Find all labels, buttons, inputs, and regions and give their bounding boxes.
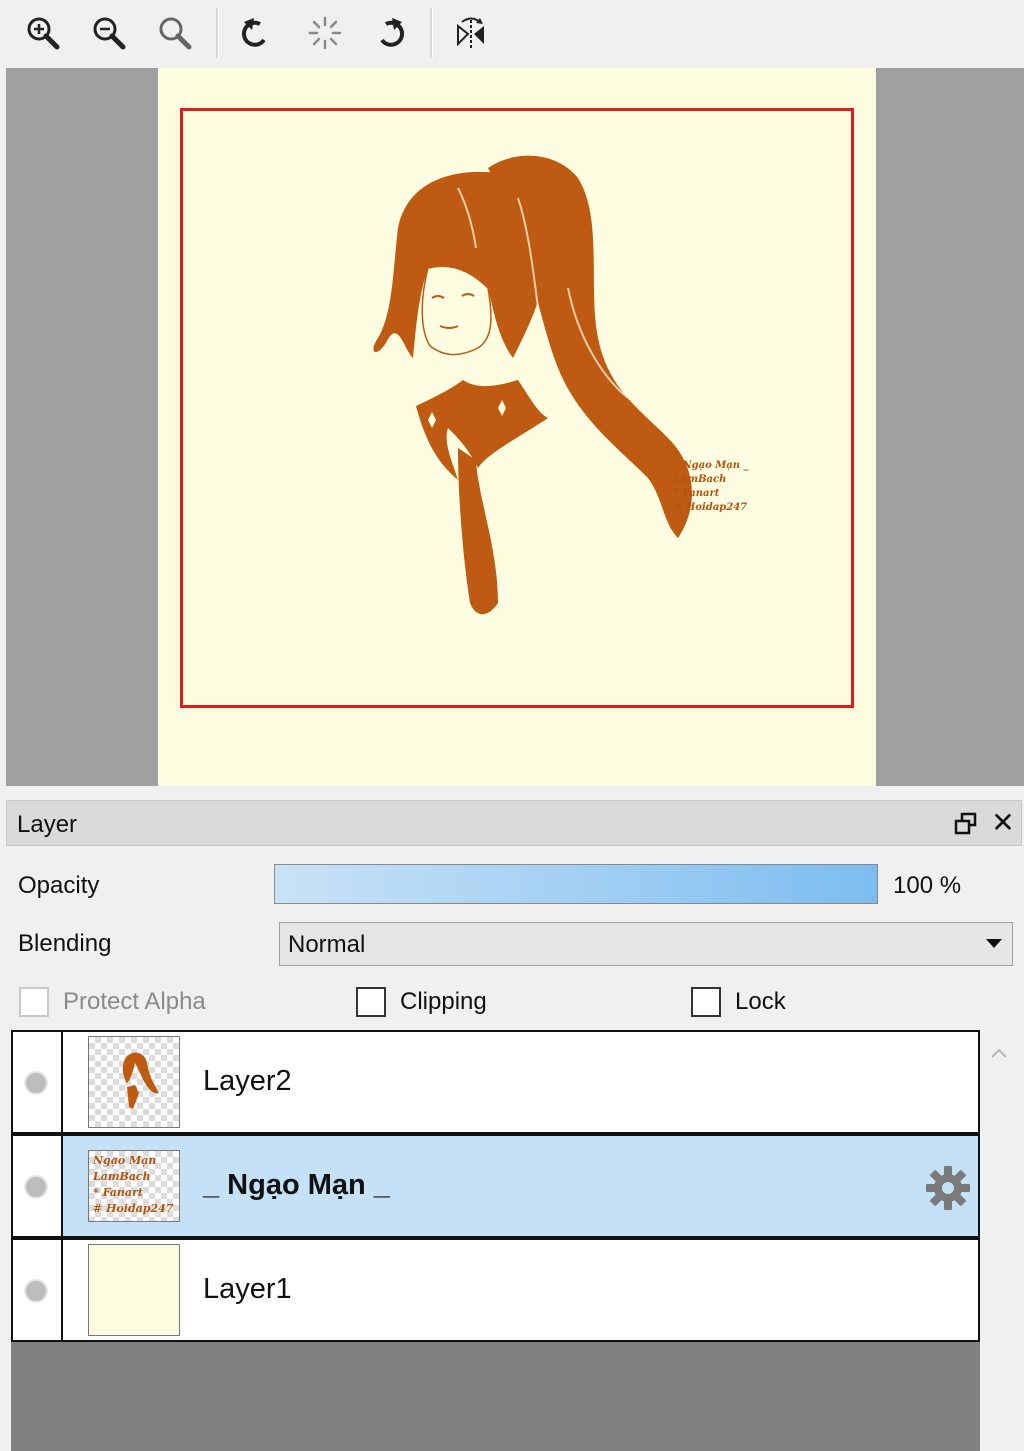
panel-title: Layer <box>17 811 78 838</box>
zoom-in-icon <box>27 17 60 50</box>
zoom-out-button[interactable] <box>86 10 132 56</box>
layer-thumbnail-drawing <box>122 1052 159 1109</box>
signature-line: * Fanart <box>674 488 720 499</box>
protect-alpha-label: Protect Alpha <box>63 988 206 1015</box>
checkbox-box <box>356 987 386 1017</box>
lock-label: Lock <box>735 988 786 1015</box>
layer-thumbnail: Ngạo Mạn LamBach * Fanart # Hoidap247 <box>88 1150 180 1222</box>
signature-line: # Hoidap247 <box>674 502 748 513</box>
layer-row-ngao-man[interactable]: Ngạo Mạn LamBach * Fanart # Hoidap247 _ … <box>11 1134 980 1238</box>
toolbar-separator <box>216 8 219 58</box>
clipping-checkbox[interactable]: Clipping <box>356 985 487 1019</box>
visibility-dot-icon <box>24 1279 48 1303</box>
visibility-dot-icon <box>24 1175 48 1199</box>
gear-icon[interactable] <box>924 1164 972 1212</box>
layer-name: Layer2 <box>203 1065 292 1097</box>
close-icon[interactable]: ✕ <box>989 809 1017 837</box>
layer-row-content: Layer1 <box>63 1240 978 1340</box>
rotate-right-button[interactable] <box>368 10 414 56</box>
layer-panel-titlebar: Layer ✕ <box>6 800 1022 846</box>
opacity-label: Opacity <box>18 872 100 899</box>
layer-row-content: Ngạo Mạn LamBach * Fanart # Hoidap247 _ … <box>63 1136 978 1236</box>
zoom-out-icon <box>93 17 126 50</box>
layer-row-content: Layer2 <box>63 1032 978 1132</box>
canvas-viewport[interactable]: _ Ngạo Mạn _ LamBach * Fanart # Hoidap24… <box>6 68 1024 786</box>
selection-rectangle <box>180 108 854 708</box>
visibility-toggle[interactable] <box>13 1136 63 1236</box>
opacity-slider-fill <box>275 865 877 903</box>
signature-line: LamBach <box>674 474 727 485</box>
blending-label: Blending <box>18 930 112 957</box>
layer-name: Layer1 <box>203 1273 292 1305</box>
rotate-reset-icon <box>308 16 342 50</box>
zoom-reset-icon <box>159 17 192 50</box>
blending-select[interactable]: Normal <box>279 922 1013 966</box>
lock-checkbox[interactable]: Lock <box>691 985 786 1019</box>
flip-horizontal-button[interactable] <box>448 10 494 56</box>
layer-row-layer2[interactable]: Layer2 <box>11 1030 980 1134</box>
layer-list[interactable]: Layer2 Ngạo Mạn LamBach * Fanart # Hoida… <box>11 1030 980 1451</box>
thumbnail-text-line: LamBach <box>93 1170 151 1183</box>
thumbnail-text-line: Ngạo Mạn <box>93 1154 157 1167</box>
layer-thumbnail <box>88 1036 180 1128</box>
chevron-down-icon <box>986 939 1002 948</box>
signature-text: _ Ngạo Mạn _ LamBach * Fanart # Hoidap24… <box>674 459 749 515</box>
zoom-in-button[interactable] <box>20 10 66 56</box>
rotate-right-icon <box>380 18 404 47</box>
signature-line: _ Ngạo Mạn _ <box>674 460 749 471</box>
opacity-slider[interactable] <box>274 864 878 904</box>
rotate-left-button[interactable] <box>232 10 278 56</box>
layer-thumbnail-text: Ngạo Mạn LamBach * Fanart # Hoidap247 <box>93 1153 173 1217</box>
visibility-toggle[interactable] <box>13 1032 63 1132</box>
toolbar-separator <box>430 8 433 58</box>
layer-row-layer1[interactable]: Layer1 <box>11 1238 980 1342</box>
checkbox-box <box>691 987 721 1017</box>
opacity-value: 100 % <box>893 872 962 899</box>
flip-horizontal-icon <box>457 17 484 50</box>
protect-alpha-checkbox[interactable]: Protect Alpha <box>19 985 206 1019</box>
visibility-toggle[interactable] <box>13 1240 63 1340</box>
canvas-page[interactable]: _ Ngạo Mạn _ LamBach * Fanart # Hoidap24… <box>158 68 876 786</box>
float-panel-icon[interactable] <box>953 811 979 837</box>
visibility-dot-icon <box>24 1071 48 1095</box>
clipping-label: Clipping <box>400 988 487 1015</box>
zoom-reset-button[interactable] <box>152 10 198 56</box>
canvas-toolbar <box>0 0 1024 68</box>
layer-thumbnail <box>88 1244 180 1336</box>
thumbnail-text-line: * Fanart <box>93 1186 143 1199</box>
blending-selected-value: Normal <box>288 931 366 958</box>
thumbnail-text-line: # Hoidap247 <box>93 1202 174 1215</box>
rotate-left-icon <box>242 18 266 47</box>
layer-name: _ Ngạo Mạn _ <box>203 1169 390 1201</box>
checkbox-box <box>19 987 49 1017</box>
rotate-reset-button[interactable] <box>302 10 348 56</box>
scroll-up-icon[interactable] <box>988 1044 1010 1062</box>
